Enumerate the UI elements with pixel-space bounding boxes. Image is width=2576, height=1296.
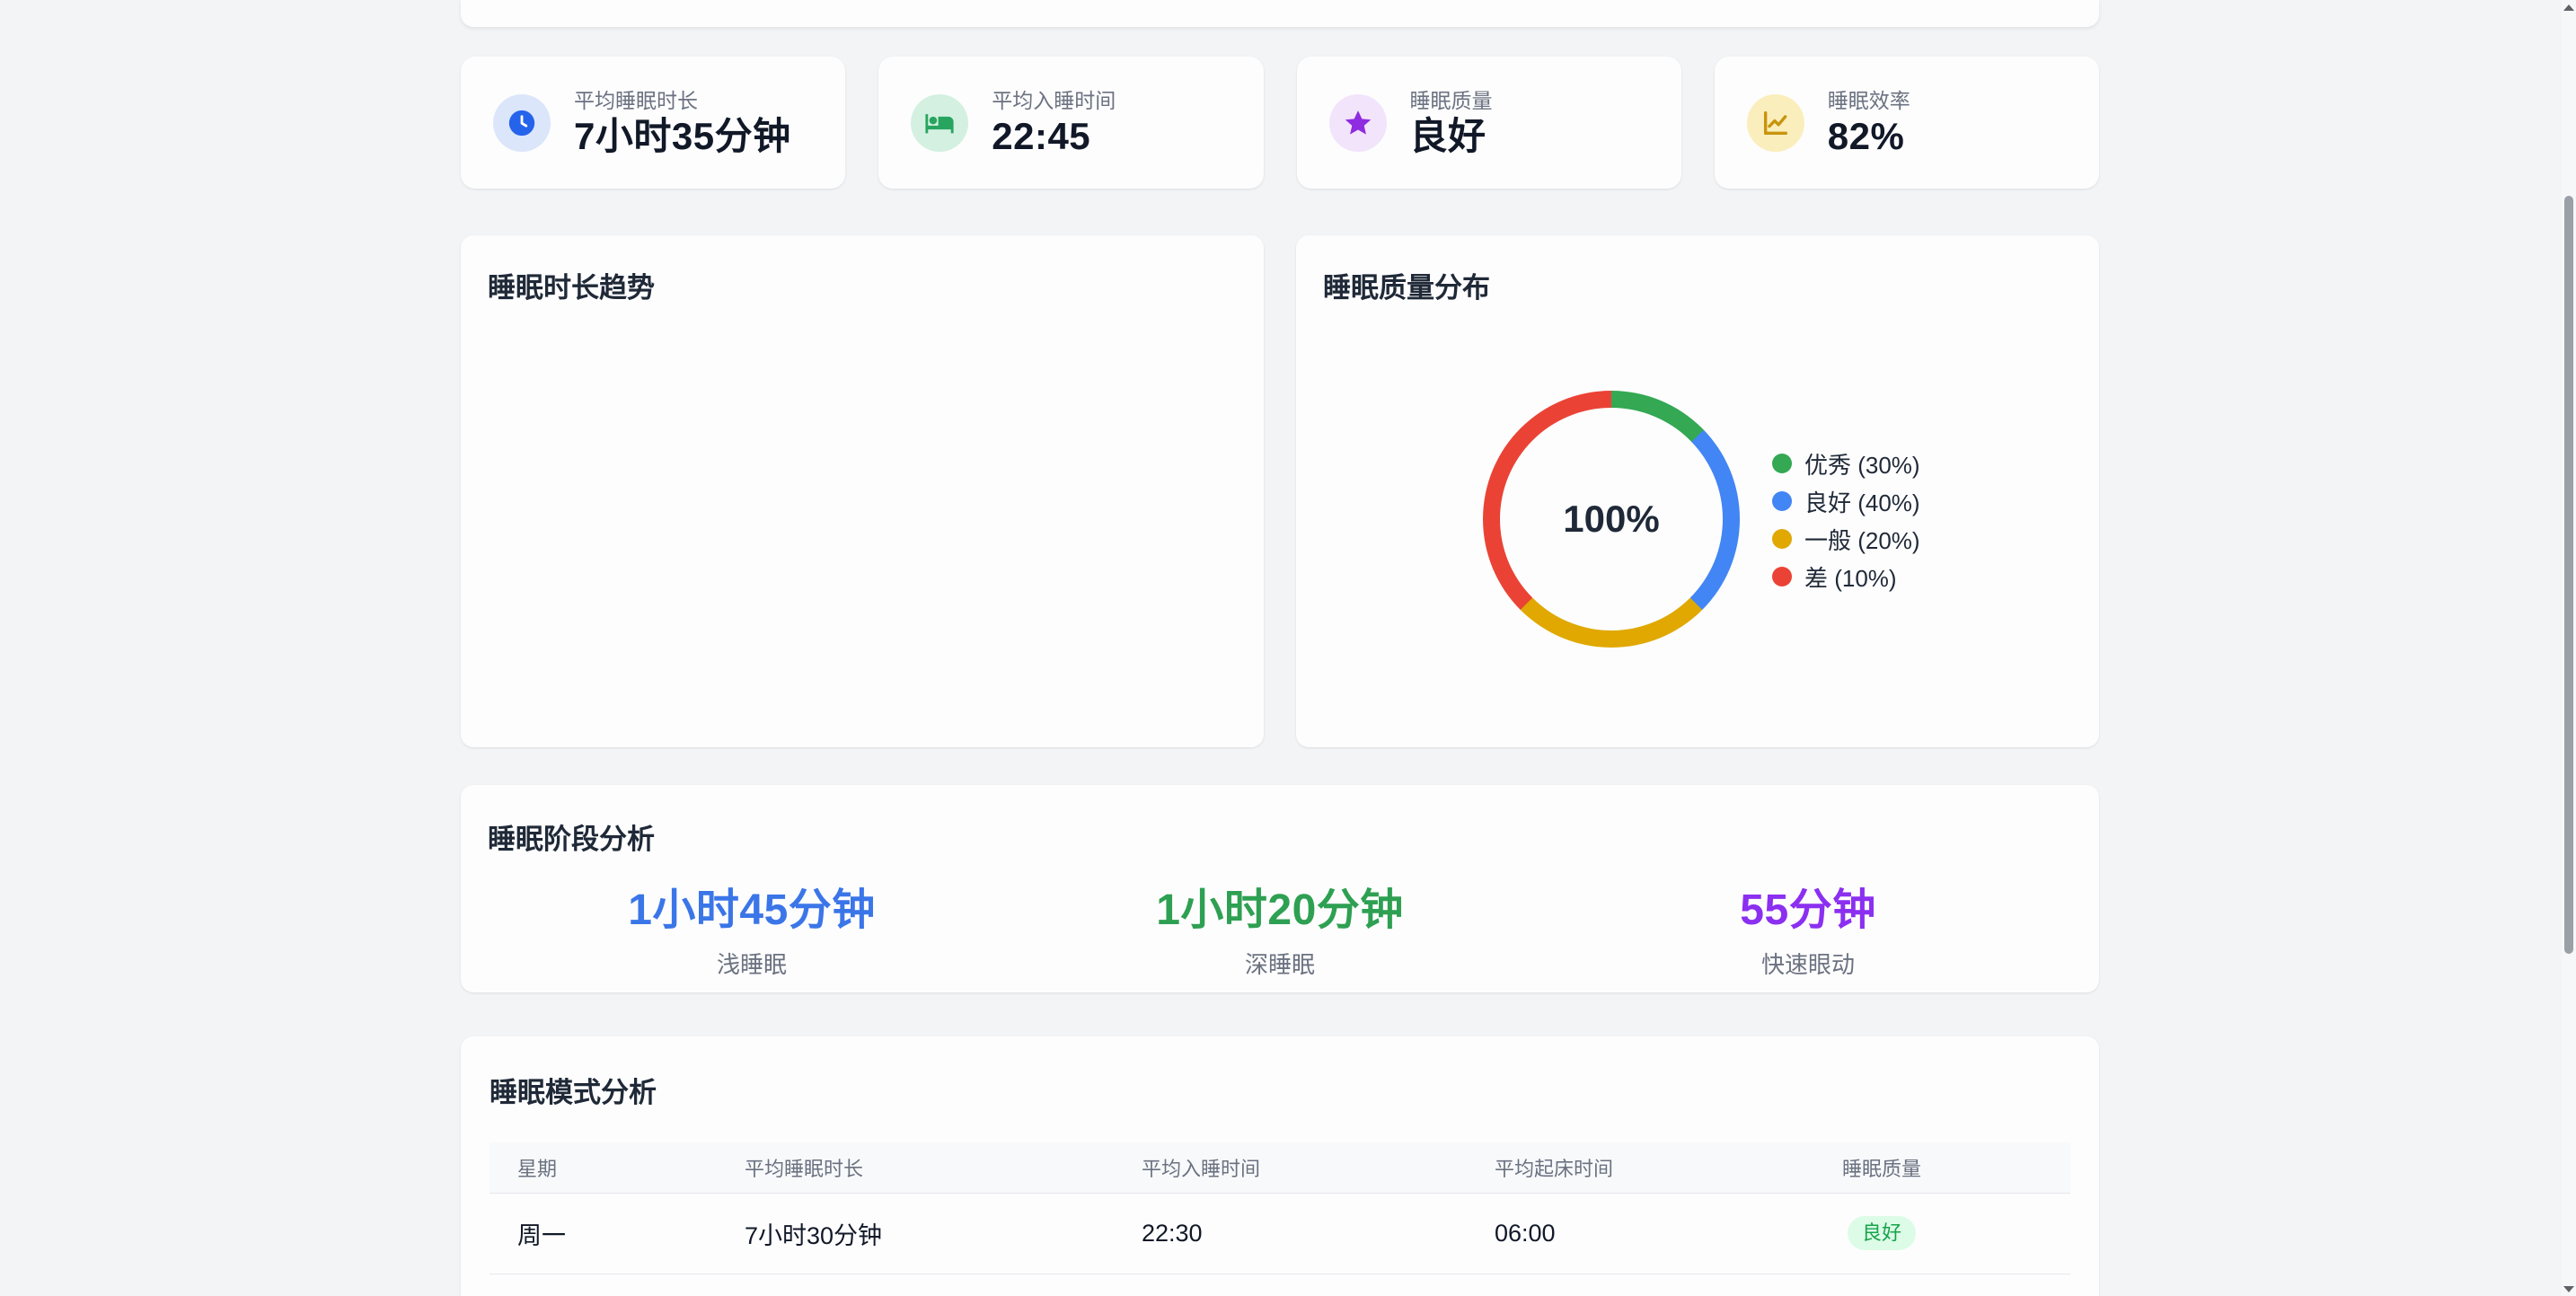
trend-icon xyxy=(1747,94,1804,152)
header-cell-quality: 睡眠质量 xyxy=(1693,1142,2070,1193)
stat-label: 睡眠质量 xyxy=(1410,91,1493,111)
stage-item-rem: 55分钟 快速眼动 xyxy=(1544,889,2072,980)
cell-avg-wake-time: 06:00 xyxy=(1467,1193,1693,1274)
stat-card-avg-sleep-duration: 平均睡眠时长 7小时35分钟 xyxy=(461,57,845,189)
stat-label: 睡眠效率 xyxy=(1828,91,1910,111)
stage-grid: 1小时45分钟 浅睡眠 1小时20分钟 深睡眠 55分钟 快速眼动 xyxy=(488,889,2072,980)
quality-donut-chart: 100% xyxy=(1483,391,1740,648)
stage-item-deep-sleep: 1小时20分钟 深睡眠 xyxy=(1016,889,1544,980)
cell-weekday: 周一 xyxy=(490,1193,717,1274)
stage-value: 1小时20分钟 xyxy=(1016,889,1544,932)
table-header-row: 星期 平均睡眠时长 平均入睡时间 平均起床时间 睡眠质量 xyxy=(490,1142,2070,1193)
header-cell-weekday: 星期 xyxy=(490,1142,717,1193)
legend-dot-good xyxy=(1772,491,1792,511)
legend-item: 一般 (20%) xyxy=(1772,525,1920,553)
vertical-scrollbar[interactable] xyxy=(2562,0,2576,1296)
cell-weekday: 周二 xyxy=(490,1274,717,1296)
previous-section-cutoff-card xyxy=(461,0,2099,27)
header-cell-avg-duration: 平均睡眠时长 xyxy=(717,1142,1114,1193)
sleep-stages-panel: 睡眠阶段分析 1小时45分钟 浅睡眠 1小时20分钟 深睡眠 55分钟 快速眼动 xyxy=(461,785,2099,992)
legend-label: 差 (10%) xyxy=(1804,560,1897,594)
stats-row: 平均睡眠时长 7小时35分钟 平均入睡时间 22:45 睡眠质量 良好 睡眠效率… xyxy=(461,57,2099,189)
quality-legend: 优秀 (30%) 良好 (40%) 一般 (20%) 差 (10%) xyxy=(1772,449,1920,591)
sleep-duration-trend-panel: 睡眠时长趋势 xyxy=(461,235,1264,747)
clock-icon xyxy=(493,94,551,152)
panel-title: 睡眠模式分析 xyxy=(490,1078,2070,1108)
panel-title: 睡眠时长趋势 xyxy=(488,273,1237,304)
legend-item: 优秀 (30%) xyxy=(1772,449,1920,478)
legend-label: 优秀 (30%) xyxy=(1804,447,1920,480)
scrollbar-up-icon[interactable] xyxy=(2562,0,2576,14)
table-row: 周二 7小时45分钟 22:45 06:30 良好 xyxy=(490,1274,2070,1296)
panel-title: 睡眠质量分布 xyxy=(1323,273,2072,304)
legend-label: 良好 (40%) xyxy=(1804,485,1920,518)
stage-label: 浅睡眠 xyxy=(488,947,1016,980)
stage-value: 55分钟 xyxy=(1544,889,2072,932)
sleep-patterns-panel: 睡眠模式分析 星期 平均睡眠时长 平均入睡时间 平均起床时间 睡眠质量 周一 7… xyxy=(461,1036,2099,1296)
bed-icon xyxy=(911,94,968,152)
sleep-quality-distribution-panel: 睡眠质量分布 100% 优秀 (30%) 良好 (40%) 一般 (20%) 差… xyxy=(1296,235,2099,747)
legend-dot-poor xyxy=(1772,567,1792,586)
scrollbar-down-icon[interactable] xyxy=(2562,1282,2576,1296)
stage-label: 快速眼动 xyxy=(1544,947,2072,980)
cell-avg-wake-time: 06:30 xyxy=(1467,1274,1693,1296)
quality-badge: 良好 xyxy=(1848,1216,1916,1250)
star-icon xyxy=(1329,94,1387,152)
stat-value: 7小时35分钟 xyxy=(574,118,791,155)
stat-value: 22:45 xyxy=(992,118,1116,155)
stat-card-sleep-efficiency: 睡眠效率 82% xyxy=(1715,57,2099,189)
cell-quality: 良好 xyxy=(1693,1274,2070,1296)
charts-row: 睡眠时长趋势 睡眠质量分布 100% 优秀 (30%) 良好 (40%) 一般 … xyxy=(461,235,2099,747)
stat-label: 平均睡眠时长 xyxy=(574,91,791,111)
table-row: 周一 7小时30分钟 22:30 06:00 良好 xyxy=(490,1193,2070,1274)
sleep-patterns-table: 星期 平均睡眠时长 平均入睡时间 平均起床时间 睡眠质量 周一 7小时30分钟 … xyxy=(490,1142,2070,1296)
legend-item: 差 (10%) xyxy=(1772,562,1920,591)
cell-avg-duration: 7小时45分钟 xyxy=(717,1274,1114,1296)
cell-avg-bedtime: 22:30 xyxy=(1114,1193,1467,1274)
stat-value: 良好 xyxy=(1410,118,1493,155)
stage-label: 深睡眠 xyxy=(1016,947,1544,980)
stat-label: 平均入睡时间 xyxy=(992,91,1116,111)
header-cell-avg-bedtime: 平均入睡时间 xyxy=(1114,1142,1467,1193)
stat-card-avg-bedtime: 平均入睡时间 22:45 xyxy=(878,57,1263,189)
donut-center-label: 100% xyxy=(1483,391,1740,648)
legend-dot-excellent xyxy=(1772,454,1792,473)
stage-value: 1小时45分钟 xyxy=(488,889,1016,932)
header-cell-avg-wake-time: 平均起床时间 xyxy=(1467,1142,1693,1193)
cell-avg-bedtime: 22:45 xyxy=(1114,1274,1467,1296)
cell-quality: 良好 xyxy=(1693,1193,2070,1274)
cell-avg-duration: 7小时30分钟 xyxy=(717,1193,1114,1274)
legend-item: 良好 (40%) xyxy=(1772,487,1920,516)
stat-value: 82% xyxy=(1828,118,1910,155)
panel-title: 睡眠阶段分析 xyxy=(488,824,2072,855)
legend-dot-fair xyxy=(1772,529,1792,549)
scrollbar-thumb[interactable] xyxy=(2564,196,2573,954)
stat-card-sleep-quality: 睡眠质量 良好 xyxy=(1297,57,1681,189)
stage-item-light-sleep: 1小时45分钟 浅睡眠 xyxy=(488,889,1016,980)
legend-label: 一般 (20%) xyxy=(1804,523,1920,556)
